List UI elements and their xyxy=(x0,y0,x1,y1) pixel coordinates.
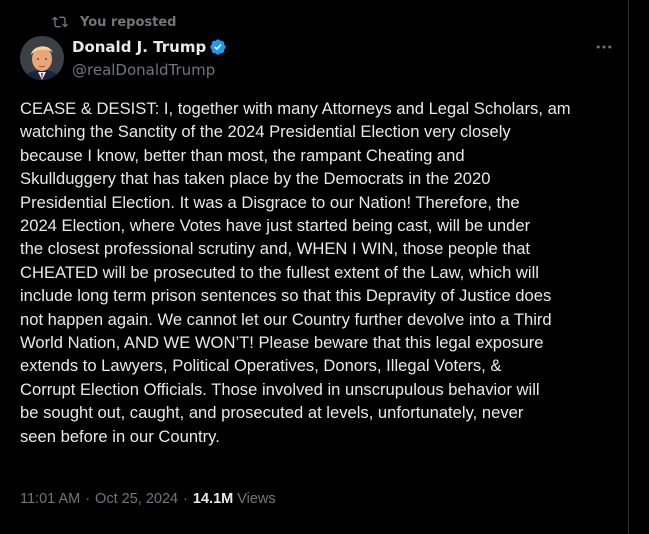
author-name-row[interactable]: Donald J. Trump xyxy=(72,38,227,56)
author-name[interactable]: Donald J. Trump xyxy=(72,38,206,56)
more-icon xyxy=(596,45,612,49)
more-button[interactable] xyxy=(591,37,617,57)
post-text: CEASE & DESIST: I, together with many At… xyxy=(20,99,571,446)
repost-icon xyxy=(52,16,68,28)
post-time[interactable]: 11:01 AM xyxy=(20,491,80,507)
column-divider xyxy=(628,0,629,534)
views-label: Views xyxy=(237,491,276,507)
repost-indicator: You reposted xyxy=(52,14,176,30)
author-handle[interactable]: @realDonaldTrump xyxy=(72,61,215,79)
meta-separator: · xyxy=(85,491,91,507)
post-meta: 11:01 AM · Oct 25, 2024 · 14.1M Views xyxy=(20,491,276,507)
avatar-image xyxy=(20,36,64,80)
meta-separator-2: · xyxy=(183,491,188,507)
post-date[interactable]: Oct 25, 2024 xyxy=(95,491,178,507)
views-count[interactable]: 14.1M xyxy=(193,491,233,507)
avatar[interactable] xyxy=(20,36,64,80)
verified-badge-icon xyxy=(210,39,226,55)
repost-label: You reposted xyxy=(80,14,177,30)
